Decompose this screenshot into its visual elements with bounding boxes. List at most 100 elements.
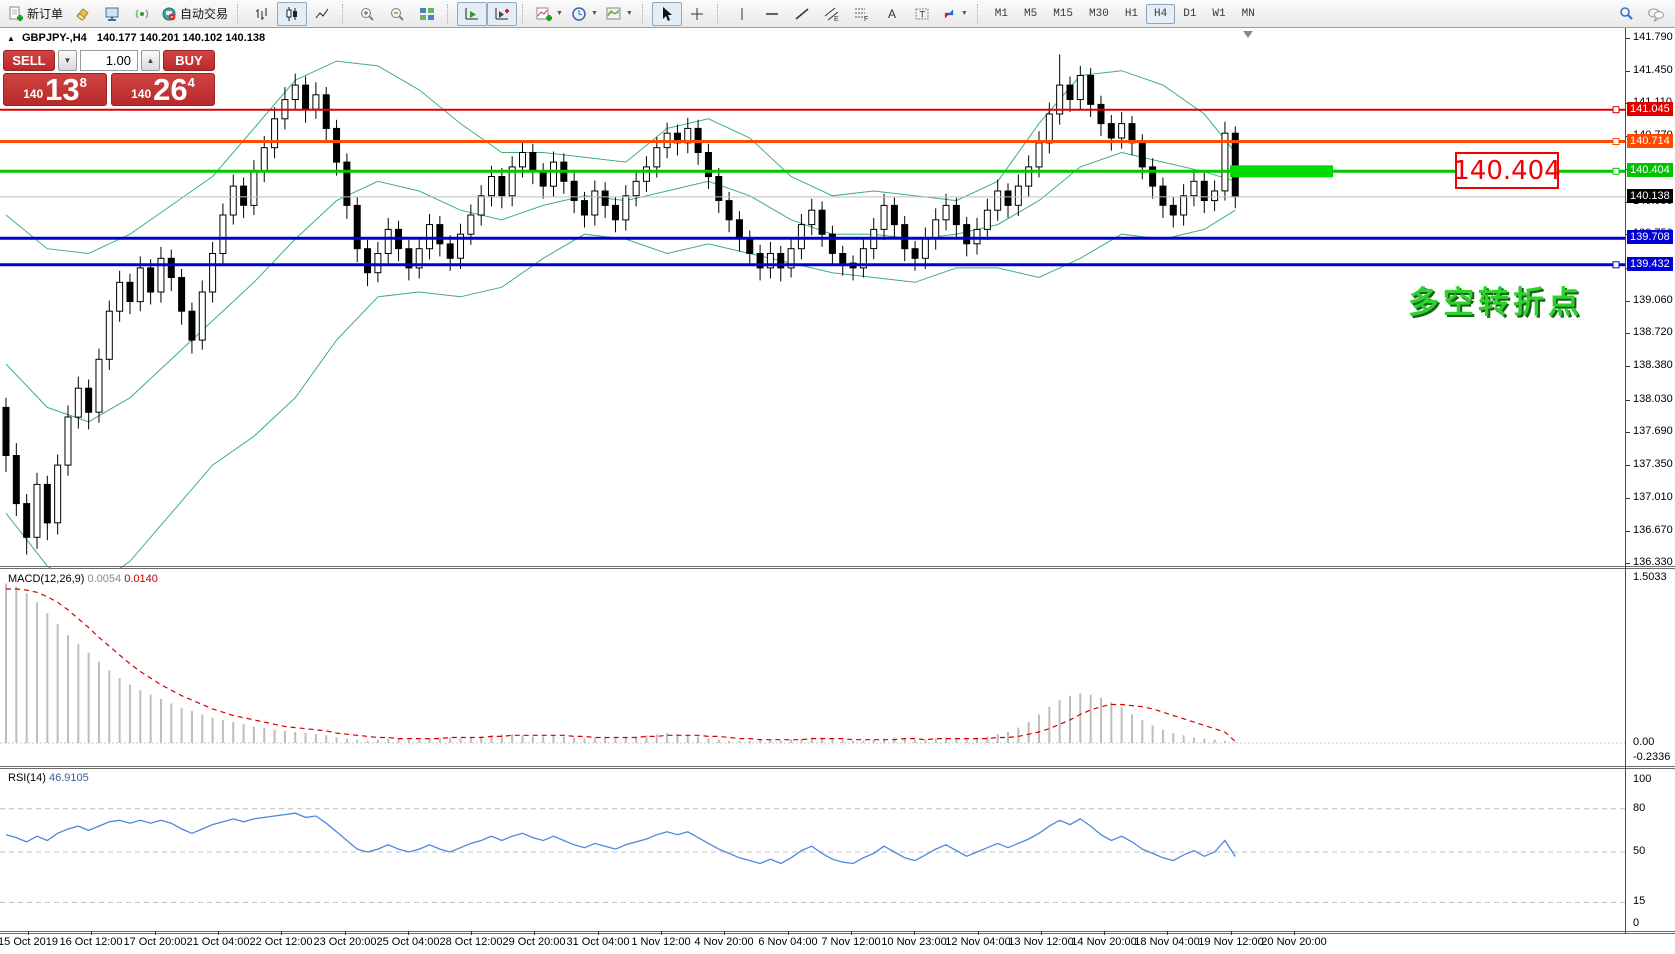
candle (1005, 191, 1011, 205)
rsi-axis-label: 100 (1633, 773, 1651, 785)
tile-windows-button[interactable] (412, 2, 442, 26)
pane-divider[interactable] (0, 933, 1675, 934)
candle (602, 191, 608, 205)
signal-icon (134, 6, 150, 22)
autotrade-icon (161, 6, 177, 22)
time-tick-label: 1 Nov 12:00 (631, 936, 690, 948)
candlestick-chart-button[interactable] (277, 2, 307, 26)
profile-button[interactable] (97, 2, 127, 26)
candle (96, 359, 102, 412)
autotrade-label: 自动交易 (180, 5, 228, 22)
buy-button[interactable]: BUY (163, 50, 215, 71)
autotrade-button[interactable]: 自动交易 (157, 2, 232, 26)
rsi-indicator-pane[interactable] (0, 769, 1625, 932)
crosshair-button[interactable] (682, 2, 712, 26)
fibonacci-button[interactable]: F (847, 2, 877, 26)
pane-divider[interactable] (0, 566, 1675, 567)
chart-shift-marker-icon[interactable] (1243, 31, 1253, 38)
search-button[interactable] (1611, 2, 1641, 26)
candle (478, 196, 484, 215)
candle (137, 268, 143, 302)
tab-timeframe-h4[interactable]: H4 (1146, 4, 1175, 24)
candle (809, 210, 815, 224)
time-tick-label: 28 Oct 12:00 (440, 936, 503, 948)
pane-divider[interactable] (0, 766, 1675, 767)
zoom-out-button[interactable] (382, 2, 412, 26)
zoom-in-button[interactable] (352, 2, 382, 26)
macd-indicator-pane[interactable] (0, 570, 1625, 766)
signals-button[interactable] (127, 2, 157, 26)
text-button[interactable]: A (877, 2, 907, 26)
vertical-line-button[interactable] (727, 2, 757, 26)
volume-input[interactable]: 1.00 (80, 50, 138, 71)
candle (489, 177, 495, 196)
time-tick-mark (281, 931, 282, 935)
time-tick-label: 18 Nov 04:00 (1134, 936, 1199, 948)
time-tick-mark (1294, 931, 1295, 935)
pane-divider[interactable] (0, 768, 1675, 769)
candle (881, 205, 887, 229)
tab-timeframe-m15[interactable]: M15 (1045, 4, 1081, 24)
candle (1108, 124, 1114, 138)
buy-price[interactable]: 140 26 4 (111, 73, 215, 106)
tab-timeframe-h1[interactable]: H1 (1117, 4, 1146, 24)
candle (1212, 191, 1218, 201)
volume-increase-button[interactable]: ▲ (141, 50, 160, 71)
candle (1170, 205, 1176, 215)
candle (912, 249, 918, 259)
price-tick-mark (1626, 531, 1630, 532)
arrows-button[interactable]: ▼ (937, 2, 972, 26)
chinese-annotation-text[interactable]: 多空转折点 (1408, 277, 1583, 322)
templates-button[interactable]: ▼ (602, 2, 637, 26)
price-annotation-box[interactable]: 140.404 (1455, 152, 1559, 189)
equidistant-channel-button[interactable]: E (817, 2, 847, 26)
periods-button[interactable]: ▼ (567, 2, 602, 26)
price-tag-label: 140.404 (1627, 163, 1673, 177)
trendline-button[interactable] (787, 2, 817, 26)
candle (241, 186, 247, 205)
tab-timeframe-d1[interactable]: D1 (1175, 4, 1204, 24)
price-tick-label: 141.450 (1633, 64, 1673, 76)
vertical-line-icon (734, 6, 750, 22)
bar-chart-button[interactable] (247, 2, 277, 26)
candle (540, 172, 546, 186)
eraser-button[interactable] (67, 2, 97, 26)
candle (106, 311, 112, 359)
candle (365, 249, 371, 273)
main-price-chart[interactable] (0, 28, 1625, 568)
line-chart-button[interactable] (307, 2, 337, 26)
chat-button[interactable] (1641, 2, 1671, 26)
volume-decrease-button[interactable]: ▼ (58, 50, 77, 71)
indicators-button[interactable]: ▼ (532, 2, 567, 26)
new-order-button[interactable]: 新订单 (4, 2, 67, 26)
auto-scroll-button[interactable] (457, 2, 487, 26)
chart-shift-button[interactable] (487, 2, 517, 26)
candle (643, 167, 649, 181)
pane-divider[interactable] (0, 568, 1675, 569)
macd-axis-top: 1.5033 (1633, 571, 1667, 583)
chevron-down-icon: ▼ (591, 10, 598, 17)
cursor-button[interactable] (652, 2, 682, 26)
time-tick-label: 10 Nov 23:00 (881, 936, 946, 948)
tab-timeframe-m5[interactable]: M5 (1016, 4, 1045, 24)
collapse-panel-icon[interactable]: ▲ (7, 34, 15, 43)
sell-price[interactable]: 140 13 8 (3, 73, 107, 106)
template-icon (606, 6, 622, 22)
line-chart-icon (314, 6, 330, 22)
tab-timeframe-m1[interactable]: M1 (987, 4, 1016, 24)
time-tick-mark (408, 931, 409, 935)
tab-timeframe-w1[interactable]: W1 (1204, 4, 1233, 24)
tab-timeframe-m30[interactable]: M30 (1081, 4, 1117, 24)
tab-timeframe-mn[interactable]: MN (1234, 4, 1263, 24)
price-tick-label: 136.330 (1633, 556, 1673, 568)
sell-button[interactable]: SELL (3, 50, 55, 71)
candle (127, 282, 133, 301)
channel-icon: E (824, 6, 840, 22)
pane-divider[interactable] (0, 931, 1675, 932)
candle (1026, 167, 1032, 186)
rsi-line (6, 813, 1235, 863)
fibonacci-icon: F (854, 6, 870, 22)
text-label-button[interactable]: T (907, 2, 937, 26)
time-tick-label: 22 Oct 12:00 (250, 936, 313, 948)
horizontal-line-button[interactable] (757, 2, 787, 26)
